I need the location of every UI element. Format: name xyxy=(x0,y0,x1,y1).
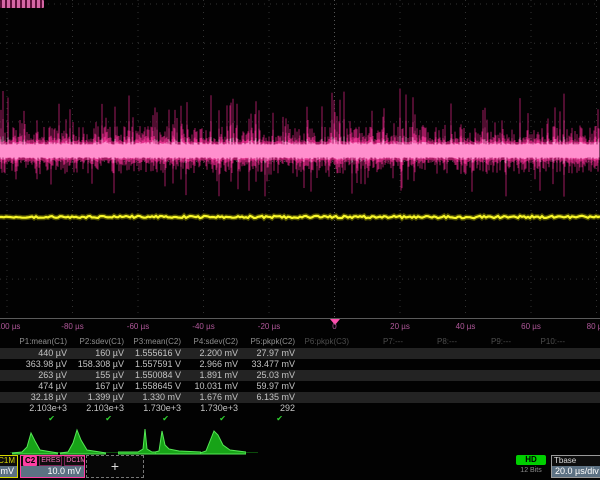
c2-eres-chip: ERES xyxy=(39,456,62,466)
axis-tick-label: 40 µs xyxy=(456,322,476,331)
c2-vscale: 10.0 mV xyxy=(21,466,84,477)
measure-row: 440 µV160 µV1.555616 V2.200 mV27.97 mV xyxy=(0,348,600,359)
measure-value: 2.200 mV xyxy=(181,348,238,359)
axis-tick-label: -60 µs xyxy=(127,322,149,331)
measure-value: 25.03 mV xyxy=(238,370,295,381)
measure-value: 1.730e+3 xyxy=(124,403,181,414)
axis-tick-label: -80 µs xyxy=(61,322,83,331)
param-header-inactive[interactable]: P7:--- xyxy=(349,336,403,348)
tbase-scale: 20.0 µs/div xyxy=(552,466,600,477)
axis-tick-label: 80 µs xyxy=(587,322,600,331)
measure-value: 1.730e+3 xyxy=(181,403,238,414)
measure-value: 1.891 mV xyxy=(181,370,238,381)
param-header[interactable]: P4:sdev(C2) xyxy=(181,336,238,348)
tbase-label: Tbase xyxy=(552,456,600,466)
axis-tick-label: 0 xyxy=(332,322,336,331)
c2-coupling-chip: DC1M xyxy=(64,456,85,466)
histicon[interactable] xyxy=(155,427,201,455)
measure-row: 263 µV155 µV1.550084 V1.891 mV25.03 mV xyxy=(0,370,600,381)
timebase-descriptor[interactable]: Tbase 20.0 µs/div xyxy=(551,455,600,478)
measure-value: 32.18 µV xyxy=(10,392,67,403)
channel-c1-descriptor[interactable]: C1 DC1M 10.0 mV xyxy=(0,455,18,478)
status-check-icon: ✔ xyxy=(238,414,295,424)
param-header[interactable]: P2:sdev(C1) xyxy=(67,336,124,348)
measure-value: 292 xyxy=(238,403,295,414)
measure-value: 1.557591 V xyxy=(124,359,181,370)
param-header-inactive[interactable]: P9:--- xyxy=(457,336,511,348)
param-header[interactable]: P5:pkpk(C2) xyxy=(238,336,295,348)
add-trace-button[interactable]: + xyxy=(86,455,144,478)
histicon[interactable] xyxy=(200,427,246,455)
measure-value: 1.399 µV xyxy=(67,392,124,403)
measure-value: 155 µV xyxy=(67,370,124,381)
measure-row: 32.18 µV1.399 µV1.330 mV1.676 mV6.135 mV xyxy=(0,392,600,403)
axis-tick-label: -20 µs xyxy=(258,322,280,331)
measure-value: 2.103e+3 xyxy=(67,403,124,414)
measure-value: 1.550084 V xyxy=(124,370,181,381)
c1-title: C1 DC1M xyxy=(0,456,17,466)
timebase-axis: -100 µs -80 µs -60 µs -40 µs -20 µs 0 20 µs 40 … xyxy=(0,319,600,335)
measure-row: 2.103e+32.103e+31.730e+31.730e+3292 xyxy=(0,403,600,414)
measure-value: 440 µV xyxy=(10,348,67,359)
histicon[interactable] xyxy=(60,427,106,455)
param-header[interactable]: P3:mean(C2) xyxy=(124,336,181,348)
oscilloscope-screen: -100 µs -80 µs -60 µs -40 µs -20 µs 0 20 µs 40 … xyxy=(0,0,600,480)
measure-value: 2.103e+3 xyxy=(10,403,67,414)
param-header-inactive[interactable]: P10:--- xyxy=(511,336,565,348)
measure-value: 158.308 µV xyxy=(67,359,124,370)
measure-value: 1.558645 V xyxy=(124,381,181,392)
channel-c2-descriptor[interactable]: C2 ERES DC1M 10.0 mV xyxy=(20,455,85,478)
param-header-inactive[interactable]: P6:pkpk(C3) xyxy=(295,336,349,348)
measure-row: 363.98 µV158.308 µV1.557591 V2.966 mV33.… xyxy=(0,359,600,370)
plus-icon: + xyxy=(111,458,119,474)
status-check-icon: ✔ xyxy=(67,414,124,424)
measure-value: 1.555616 V xyxy=(124,348,181,359)
axis-tick-label: 20 µs xyxy=(390,322,410,331)
measure-value: 2.966 mV xyxy=(181,359,238,370)
measure-row: 474 µV167 µV1.558645 V10.031 mV59.97 mV xyxy=(0,381,600,392)
hd-mode-badge[interactable]: HD xyxy=(516,455,546,465)
param-header-inactive[interactable]: P8:--- xyxy=(403,336,457,348)
measure-value: 6.135 mV xyxy=(238,392,295,403)
measurement-table: P1:mean(C1)P2:sdev(C1)P3:mean(C2)P4:sdev… xyxy=(0,336,600,424)
histicon[interactable] xyxy=(12,427,58,455)
measure-value: 363.98 µV xyxy=(10,359,67,370)
axis-tick-label: -40 µs xyxy=(192,322,214,331)
waveform-display[interactable] xyxy=(0,0,600,320)
param-header[interactable]: P1:mean(C1) xyxy=(10,336,67,348)
measure-value: 1.330 mV xyxy=(124,392,181,403)
c2-channel-chip: C2 xyxy=(23,456,37,466)
hd-bits-label: 12 Bits xyxy=(514,467,548,474)
measure-value: 474 µV xyxy=(10,381,67,392)
trace-label-badge xyxy=(0,0,44,8)
c1-vscale: 10.0 mV xyxy=(0,466,17,477)
status-check-icon: ✔ xyxy=(124,414,181,424)
measure-value: 1.676 mV xyxy=(181,392,238,403)
measure-value: 263 µV xyxy=(10,370,67,381)
measure-value: 160 µV xyxy=(67,348,124,359)
measure-value: 167 µV xyxy=(67,381,124,392)
status-check-icon: ✔ xyxy=(181,414,238,424)
axis-tick-label: 60 µs xyxy=(521,322,541,331)
measure-value: 33.477 mV xyxy=(238,359,295,370)
status-check-icon: ✔ xyxy=(10,414,67,424)
measure-value: 10.031 mV xyxy=(181,381,238,392)
histicon-strip xyxy=(0,427,600,455)
measure-value: 59.97 mV xyxy=(238,381,295,392)
axis-tick-label: -100 µs xyxy=(0,322,20,331)
measure-value: 27.97 mV xyxy=(238,348,295,359)
descriptor-bar: C1 DC1M 10.0 mV C2 ERES DC1M 10.0 mV + H… xyxy=(0,455,600,480)
